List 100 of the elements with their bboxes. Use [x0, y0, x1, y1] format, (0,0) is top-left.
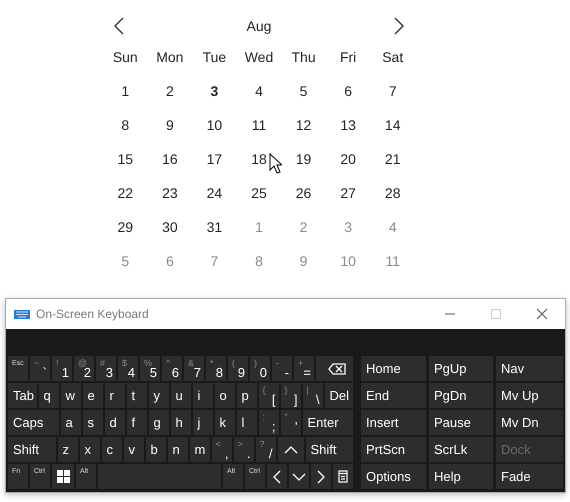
calendar-day[interactable]: 2	[148, 74, 192, 108]
key[interactable]: { [	[258, 383, 278, 408]
key[interactable]: Shift	[306, 437, 353, 462]
calendar-day[interactable]: 20	[326, 142, 370, 176]
key[interactable]: Del	[324, 383, 353, 408]
key[interactable]: $ 4	[118, 356, 138, 381]
month-title[interactable]: Aug	[246, 18, 272, 34]
calendar-day[interactable]: 17	[192, 142, 237, 176]
key[interactable]: ? /	[256, 437, 276, 462]
key[interactable]: f	[126, 410, 146, 435]
calendar-day[interactable]: 25	[236, 176, 282, 210]
key[interactable]: Pause	[429, 410, 493, 435]
calendar-day[interactable]: 8	[103, 108, 148, 142]
key[interactable]: b	[146, 437, 166, 462]
calendar-day[interactable]: 10	[192, 108, 237, 142]
calendar-day[interactable]: 29	[103, 210, 148, 244]
key[interactable]: - -	[272, 356, 292, 381]
calendar-day[interactable]: 3	[192, 74, 237, 108]
calendar-day[interactable]: 4	[236, 74, 282, 108]
key[interactable]	[52, 464, 74, 489]
key[interactable]: % 5	[140, 356, 160, 381]
backspace-key[interactable]	[316, 356, 353, 381]
key[interactable]: l	[236, 410, 256, 435]
key[interactable]: @ 2	[74, 356, 94, 381]
key[interactable]: e	[82, 383, 102, 408]
calendar-day[interactable]: 12	[281, 108, 326, 142]
key[interactable]: w	[60, 383, 80, 408]
key[interactable]: : ;	[258, 410, 278, 435]
key[interactable]: > .	[234, 437, 254, 462]
key[interactable]: Nav	[496, 356, 563, 381]
key[interactable]	[289, 464, 309, 489]
key[interactable]: # 3	[96, 356, 116, 381]
key[interactable]: Insert	[361, 410, 426, 435]
calendar-day[interactable]: 24	[192, 176, 237, 210]
key[interactable]	[333, 464, 353, 489]
key[interactable]: a	[60, 410, 80, 435]
key[interactable]: } ]	[280, 383, 300, 408]
key[interactable]: ScrLk	[429, 437, 493, 462]
key[interactable]: c	[102, 437, 122, 462]
key[interactable]: End	[361, 383, 426, 408]
key[interactable]: & 7	[184, 356, 204, 381]
calendar-day[interactable]: 1	[103, 74, 148, 108]
key[interactable]: * 8	[206, 356, 226, 381]
key[interactable]: v	[124, 437, 144, 462]
calendar-day[interactable]: 9	[148, 108, 192, 142]
key[interactable]: m	[190, 437, 210, 462]
key[interactable]: Fade	[496, 464, 563, 489]
key[interactable]: Caps	[8, 410, 58, 435]
key[interactable]	[311, 464, 331, 489]
key[interactable]: Options	[361, 464, 426, 489]
calendar-day[interactable]: 19	[281, 142, 326, 176]
key[interactable]: Tab	[8, 383, 36, 408]
next-month-icon[interactable]	[392, 17, 405, 35]
calendar-day[interactable]: 21	[370, 142, 415, 176]
previous-month-icon[interactable]	[113, 17, 125, 35]
key[interactable]: j	[192, 410, 212, 435]
calendar-day[interactable]: 31	[192, 210, 237, 244]
key[interactable]: p	[236, 383, 256, 408]
key[interactable]: i	[192, 383, 212, 408]
key[interactable]: Mv Dn	[496, 410, 563, 435]
key[interactable]: d	[104, 410, 124, 435]
key[interactable]: ) 0	[250, 356, 270, 381]
key[interactable]: Help	[429, 464, 493, 489]
key[interactable]: g	[148, 410, 168, 435]
calendar-day[interactable]: 11	[236, 108, 282, 142]
key[interactable]: n	[168, 437, 188, 462]
key[interactable]: r	[104, 383, 124, 408]
key[interactable]	[278, 437, 304, 462]
key[interactable]: x	[80, 437, 100, 462]
key[interactable]: h	[170, 410, 190, 435]
key[interactable]: PrtScn	[361, 437, 426, 462]
key[interactable]: PgDn	[429, 383, 493, 408]
key[interactable]: k	[214, 410, 234, 435]
calendar-day[interactable]: 15	[103, 142, 148, 176]
key[interactable]: Mv Up	[496, 383, 563, 408]
key[interactable]: y	[148, 383, 168, 408]
calendar-day[interactable]: 26	[281, 176, 326, 210]
key[interactable]: " '	[280, 410, 300, 435]
key[interactable]: t	[126, 383, 146, 408]
calendar-day[interactable]: 27	[326, 176, 370, 210]
key[interactable]: u	[170, 383, 190, 408]
key[interactable]: + =	[294, 356, 314, 381]
key[interactable]: ( 9	[228, 356, 248, 381]
calendar-day[interactable]: 13	[326, 108, 370, 142]
calendar-day[interactable]: 14	[370, 108, 415, 142]
calendar-day[interactable]: 23	[148, 176, 192, 210]
key[interactable]: ^ 6	[162, 356, 182, 381]
calendar-day[interactable]: 6	[326, 74, 370, 108]
calendar-day[interactable]: 28	[370, 176, 415, 210]
key[interactable]	[267, 464, 287, 489]
calendar-day[interactable]: 16	[148, 142, 192, 176]
key[interactable]: ~ `	[30, 356, 50, 381]
key[interactable]: < ,	[212, 437, 232, 462]
key[interactable]: Home	[361, 356, 426, 381]
calendar-day[interactable]: 5	[281, 74, 326, 108]
key[interactable]: q	[38, 383, 58, 408]
key[interactable]: ! 1	[52, 356, 72, 381]
key[interactable]: z	[58, 437, 78, 462]
calendar-day[interactable]: 22	[103, 176, 148, 210]
calendar-day[interactable]: 30	[148, 210, 192, 244]
